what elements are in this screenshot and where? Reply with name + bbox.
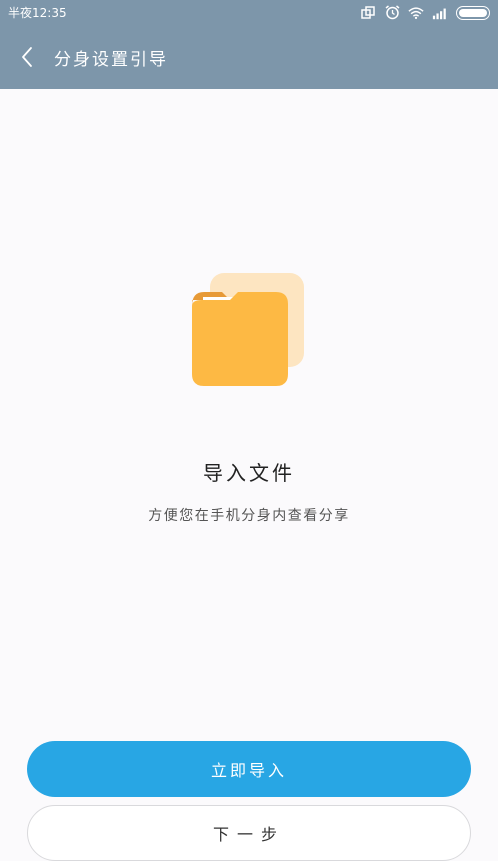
- title-bar: 分身设置引导: [0, 25, 498, 89]
- next-step-button[interactable]: 下一步: [27, 805, 471, 861]
- status-bar: 半夜12:35: [0, 0, 498, 25]
- signal-icon: [432, 6, 448, 20]
- folder-icon: [190, 273, 306, 387]
- page-title: 分身设置引导: [54, 49, 168, 70]
- section-heading: 导入文件: [203, 461, 295, 485]
- import-now-button[interactable]: 立即导入: [27, 741, 471, 797]
- multi-window-icon: [360, 5, 376, 20]
- battery-icon: [456, 5, 490, 20]
- status-icons: [360, 5, 490, 20]
- status-time: 半夜12:35: [8, 6, 67, 20]
- section-description: 方便您在手机分身内查看分享: [148, 508, 350, 524]
- wifi-icon: [408, 6, 424, 20]
- main-content: 导入文件 方便您在手机分身内查看分享 立即导入 下一步: [0, 89, 498, 861]
- back-button[interactable]: [0, 25, 54, 89]
- alarm-icon: [384, 5, 400, 20]
- back-arrow-icon: [22, 47, 32, 67]
